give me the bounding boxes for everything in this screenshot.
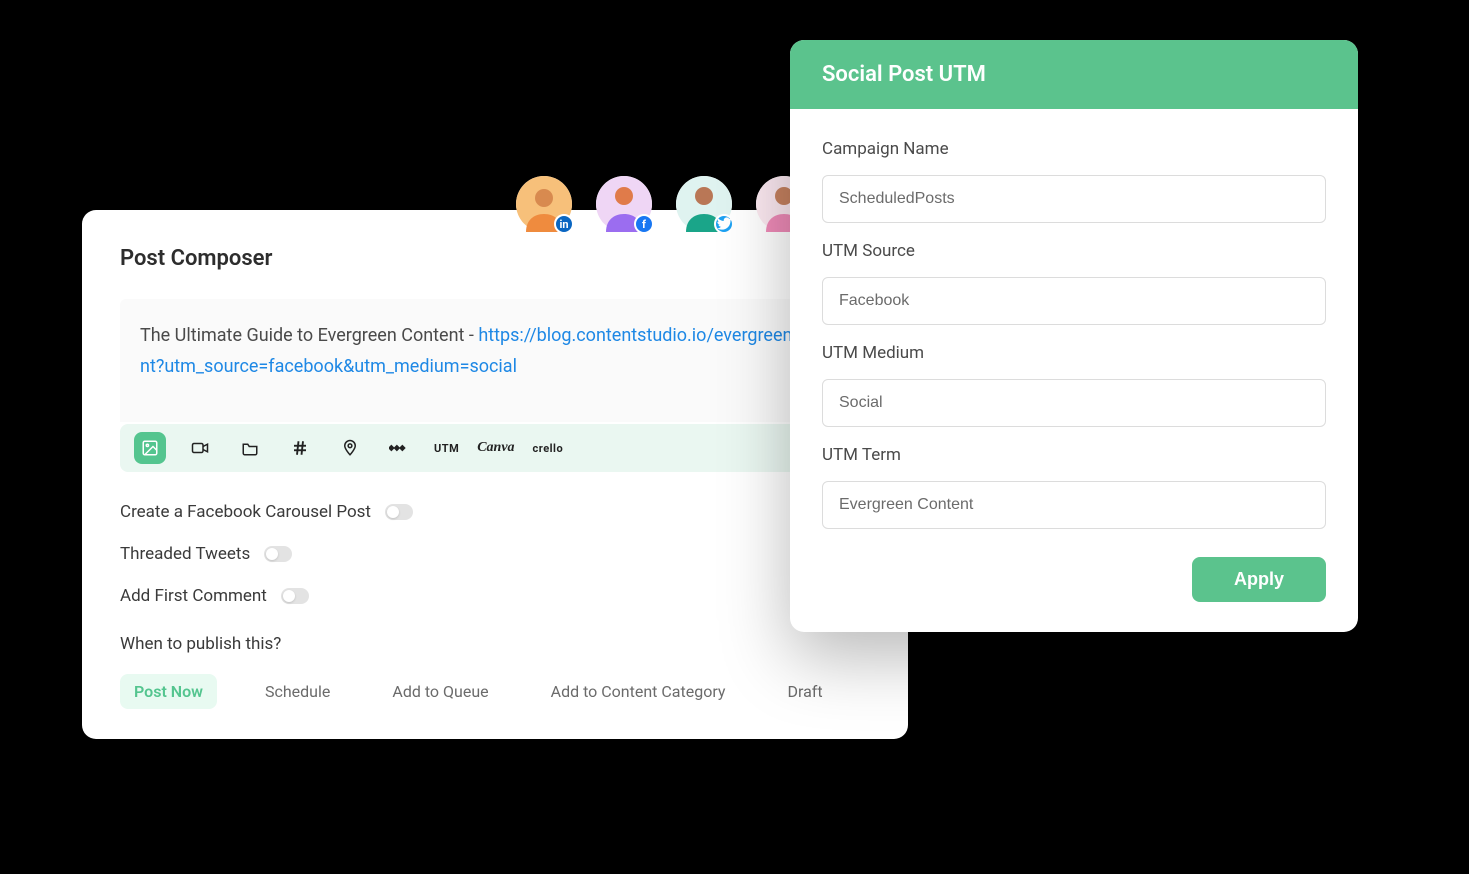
avatar-twitter[interactable] <box>676 176 732 232</box>
publish-label: When to publish this? <box>120 634 870 654</box>
tab-post-now[interactable]: Post Now <box>120 674 217 709</box>
firstcomment-option-label: Add First Comment <box>120 586 267 606</box>
image-upload-icon[interactable] <box>134 432 166 464</box>
utm-panel-title: Social Post UTM <box>790 40 1358 109</box>
tab-add-category[interactable]: Add to Content Category <box>537 674 740 709</box>
folder-icon[interactable] <box>234 432 266 464</box>
facebook-icon: f <box>634 214 654 234</box>
campaign-name-label: Campaign Name <box>822 139 1326 159</box>
utm-medium-input[interactable] <box>822 379 1326 427</box>
utm-panel: Social Post UTM Campaign Name UTM Source… <box>790 40 1358 632</box>
apply-button[interactable]: Apply <box>1192 557 1326 602</box>
tab-add-queue[interactable]: Add to Queue <box>378 674 502 709</box>
tab-draft[interactable]: Draft <box>773 674 836 709</box>
tab-schedule[interactable]: Schedule <box>251 674 344 709</box>
hashtag-icon[interactable] <box>284 432 316 464</box>
post-composer-card: Post Composer The Ultimate Guide to Ever… <box>82 210 908 739</box>
utm-source-input[interactable] <box>822 277 1326 325</box>
avatar-linkedin[interactable]: in <box>516 176 572 232</box>
utm-medium-label: UTM Medium <box>822 343 1326 363</box>
avatar-facebook[interactable]: f <box>596 176 652 232</box>
post-text-prefix: The Ultimate Guide to Evergreen Content … <box>140 325 478 346</box>
linkedin-icon: in <box>554 214 574 234</box>
carousel-toggle[interactable] <box>385 504 413 520</box>
utm-tool[interactable]: UTM <box>434 442 459 455</box>
composer-title: Post Composer <box>120 246 870 271</box>
utm-term-label: UTM Term <box>822 445 1326 465</box>
tiles-icon[interactable] <box>384 432 416 464</box>
account-avatars: in f <box>516 176 812 232</box>
canva-tool[interactable]: Canva <box>477 440 514 456</box>
publish-tabs: Post Now Schedule Add to Queue Add to Co… <box>120 674 870 709</box>
post-options: Create a Facebook Carousel Post Threaded… <box>120 502 870 606</box>
utm-source-label: UTM Source <box>822 241 1326 261</box>
post-textarea[interactable]: The Ultimate Guide to Evergreen Content … <box>120 299 870 422</box>
twitter-icon <box>714 214 734 234</box>
video-icon[interactable] <box>184 432 216 464</box>
campaign-name-input[interactable] <box>822 175 1326 223</box>
firstcomment-toggle[interactable] <box>281 588 309 604</box>
utm-term-input[interactable] <box>822 481 1326 529</box>
carousel-option-label: Create a Facebook Carousel Post <box>120 502 371 522</box>
threaded-toggle[interactable] <box>264 546 292 562</box>
crello-tool[interactable]: crello <box>533 442 564 455</box>
threaded-option-label: Threaded Tweets <box>120 544 250 564</box>
location-icon[interactable] <box>334 432 366 464</box>
composer-toolbar: UTM Canva crello B <box>120 424 870 472</box>
